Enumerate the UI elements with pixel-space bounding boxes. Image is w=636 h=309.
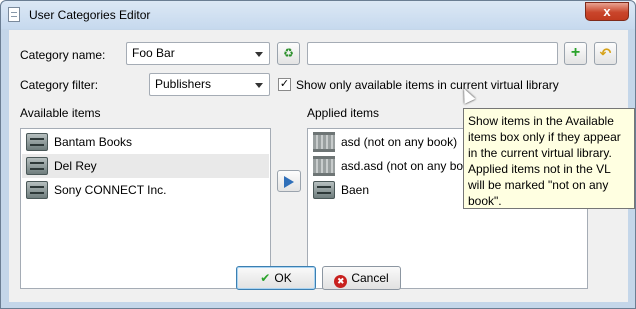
item-label: Sony CONNECT Inc.	[54, 183, 167, 197]
undo-icon: ↶	[599, 45, 612, 61]
add-category-button[interactable]: +	[564, 42, 587, 65]
plus-icon: +	[570, 44, 581, 61]
chevron-down-icon	[255, 83, 263, 88]
rename-category-button[interactable]: ↶	[594, 42, 617, 65]
column-icon	[313, 156, 335, 176]
ok-button[interactable]: ✔ OK	[236, 266, 316, 290]
show-only-checkbox[interactable]: ✓	[278, 78, 291, 91]
dialog-window: User Categories Editor x Category name: …	[0, 0, 636, 309]
available-items-label: Available items	[20, 106, 101, 120]
window-title: User Categories Editor	[29, 8, 151, 22]
applied-items-label: Applied items	[307, 106, 380, 120]
recycle-button[interactable]: ♻	[277, 42, 300, 65]
ok-label: OK	[274, 271, 292, 285]
publisher-icon	[313, 181, 335, 199]
category-name-label: Category name:	[20, 48, 106, 62]
category-name-input[interactable]	[307, 42, 558, 65]
item-label: Baen	[341, 183, 370, 197]
cancel-icon: ✖	[334, 275, 348, 288]
item-label: asd (not on any book)	[341, 135, 458, 149]
list-item[interactable]: Sony CONNECT Inc.	[22, 178, 269, 202]
item-label: asd.asd (not on any book)	[341, 159, 480, 173]
recycle-icon: ♻	[283, 46, 294, 60]
cancel-button[interactable]: ✖ Cancel	[322, 266, 401, 290]
chevron-down-icon	[255, 52, 263, 57]
show-only-label[interactable]: Show only available items in current vir…	[296, 78, 559, 92]
publisher-icon	[26, 157, 48, 175]
cancel-label: Cancel	[351, 271, 389, 285]
publisher-icon	[26, 181, 48, 199]
column-icon	[313, 132, 335, 152]
category-name-value: Foo Bar	[132, 46, 175, 60]
tooltip: Show items in the Available items box on…	[463, 108, 635, 209]
available-items-list[interactable]: Bantam Books Del Rey Sony CONNECT Inc.	[20, 128, 271, 289]
list-item[interactable]: Bantam Books	[22, 130, 269, 154]
category-name-combo[interactable]: Foo Bar	[126, 42, 270, 65]
title-bar[interactable]: User Categories Editor x	[1, 1, 635, 29]
item-label: Del Rey	[54, 159, 97, 173]
category-filter-value: Publishers	[155, 77, 212, 91]
item-label: Bantam Books	[54, 135, 133, 149]
category-filter-label: Category filter:	[20, 78, 99, 92]
checkmark-icon: ✔	[260, 271, 271, 285]
close-button[interactable]: x	[585, 2, 629, 21]
arrow-right-icon	[284, 176, 294, 188]
list-item[interactable]: Del Rey	[22, 154, 269, 178]
category-filter-combo[interactable]: Publishers	[149, 73, 270, 96]
apply-item-button[interactable]	[277, 170, 301, 192]
document-icon	[8, 7, 20, 22]
publisher-icon	[26, 133, 48, 151]
dialog-body: Category name: Foo Bar ♻ + ↶ Category fi…	[9, 30, 635, 302]
